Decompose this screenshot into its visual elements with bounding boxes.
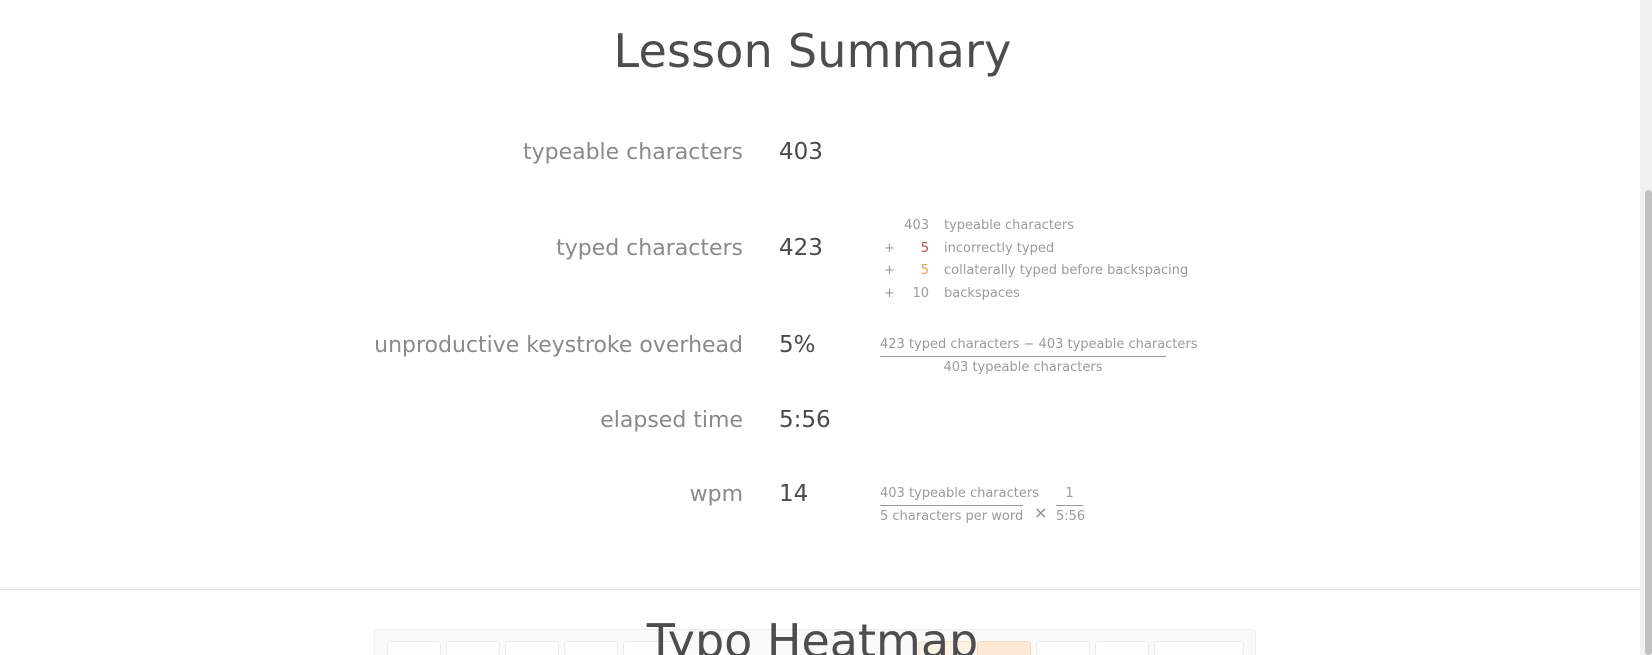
scrollbar-thumb[interactable] <box>1645 190 1652 655</box>
overhead-numerator: 423 typed characters − 403 typeable char… <box>880 337 1198 352</box>
section-divider <box>0 589 1640 590</box>
heatmap-title: Typo Heatmap <box>646 614 979 655</box>
elapsed-time-value: 5:56 <box>779 407 831 433</box>
breakdown-text: collaterally typed before backspacing <box>944 263 1189 278</box>
wpm-value: 14 <box>779 481 809 507</box>
wpm-label: wpm <box>689 482 743 507</box>
page-title: Lesson Summary <box>613 24 1012 78</box>
breakdown-num: 5 <box>920 263 929 278</box>
fraction-bar <box>880 356 1166 357</box>
typeable-characters-value: 403 <box>779 139 823 165</box>
fraction-bar <box>880 505 1023 506</box>
fraction-bar <box>1056 505 1083 506</box>
typed-characters-value: 423 <box>779 235 823 261</box>
lesson-summary-page: Lesson Summary typeable characters 403 t… <box>0 0 1652 655</box>
elapsed-time-label: elapsed time <box>600 408 743 433</box>
multiply-sign: × <box>1034 503 1048 522</box>
typeable-characters-label: typeable characters <box>522 140 743 165</box>
breakdown-num: 403 <box>904 218 929 233</box>
wpm-numerator-2: 1 <box>1065 486 1074 501</box>
wpm-numerator: 403 typeable characters <box>880 486 1039 501</box>
breakdown-num: 10 <box>912 286 929 301</box>
wpm-denominator-2: 5:56 <box>1056 509 1086 524</box>
wpm-denominator: 5 characters per word <box>880 509 1024 524</box>
breakdown-text: backspaces <box>944 286 1020 301</box>
typed-characters-label: typed characters <box>556 236 743 261</box>
overhead-label: unproductive keystroke overhead <box>374 333 743 358</box>
breakdown-text: typeable characters <box>944 218 1075 233</box>
overhead-denominator: 403 typeable characters <box>943 360 1103 375</box>
breakdown-text: incorrectly typed <box>944 241 1055 256</box>
overhead-value: 5% <box>779 332 816 358</box>
breakdown-num: 5 <box>920 241 929 256</box>
